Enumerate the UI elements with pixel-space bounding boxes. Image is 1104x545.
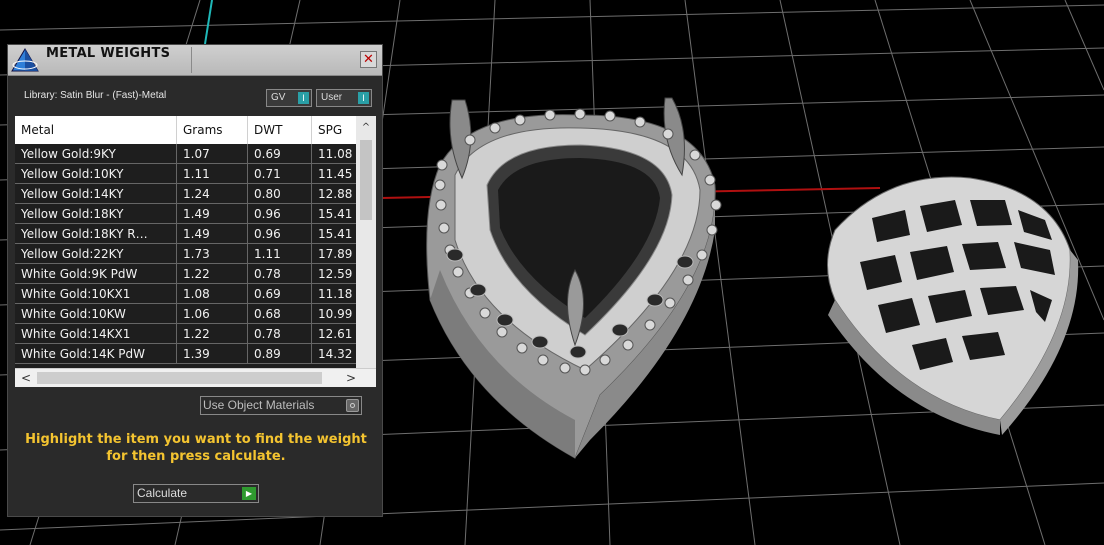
- table-vertical-scrollbar[interactable]: ^ v: [356, 116, 376, 386]
- instruction-text: Highlight the item you want to find the …: [18, 431, 374, 465]
- user-toggle-indicator: I: [358, 92, 369, 104]
- cell-spg: 17.89: [311, 243, 357, 264]
- table-row[interactable]: Yellow Gold:22KY 1.73 1.11 17.89: [15, 243, 357, 264]
- table-row[interactable]: White Gold:14KX1 1.22 0.78 12.61: [15, 323, 357, 344]
- gv-toggle-indicator: I: [298, 92, 309, 104]
- table-row[interactable]: Yellow Gold:9KY 1.07 0.69 11.08: [15, 144, 357, 164]
- column-header-metal[interactable]: Metal: [15, 116, 177, 144]
- cell-spg: 12.88: [311, 183, 357, 204]
- cell-grams: 1.49: [176, 223, 248, 244]
- cell-spg: 15.41: [311, 203, 357, 224]
- cell-dwt: 1.11: [247, 243, 312, 264]
- cell-metal: White Gold:10KX1: [15, 283, 177, 304]
- dialog-titlebar[interactable]: METAL WEIGHTS ✕: [8, 45, 382, 76]
- column-header-spg[interactable]: SPG: [311, 116, 357, 144]
- instruction-line-1: Highlight the item you want to find the …: [25, 432, 367, 447]
- cell-dwt: 0.69: [247, 144, 312, 164]
- cell-grams: 1.07: [176, 144, 248, 164]
- cell-grams: 1.24: [176, 183, 248, 204]
- table-row[interactable]: Yellow Gold:18KY 1.49 0.96 15.41: [15, 203, 357, 224]
- calculate-button[interactable]: Calculate ▶: [133, 484, 259, 503]
- cell-grams: 1.11: [176, 163, 248, 184]
- table-row[interactable]: White Gold:9K PdW 1.22 0.78 12.59: [15, 263, 357, 284]
- cell-grams: 1.22: [176, 263, 248, 284]
- cell-spg: 10.99: [311, 303, 357, 324]
- dialog-title: METAL WEIGHTS: [46, 46, 171, 61]
- gv-toggle[interactable]: GV I: [266, 89, 312, 107]
- table-row[interactable]: White Gold:10KW 1.06 0.68 10.99: [15, 303, 357, 324]
- cell-spg: 11.08: [311, 144, 357, 164]
- use-object-materials-label: Use Object Materials: [203, 398, 315, 412]
- titlebar-divider: [191, 47, 192, 73]
- cell-dwt: 0.96: [247, 223, 312, 244]
- cell-dwt: 0.71: [247, 163, 312, 184]
- cell-dwt: 0.69: [247, 283, 312, 304]
- close-button[interactable]: ✕: [360, 51, 377, 68]
- column-header-dwt[interactable]: DWT: [247, 116, 312, 144]
- table-row[interactable]: Yellow Gold:10KY 1.11 0.71 11.45: [15, 163, 357, 184]
- cell-dwt: 0.80: [247, 183, 312, 204]
- cell-grams: 1.49: [176, 203, 248, 224]
- scroll-left-icon[interactable]: <: [17, 369, 35, 387]
- cell-metal: White Gold:9K PdW: [15, 263, 177, 284]
- cell-grams: 1.39: [176, 343, 248, 364]
- radio-icon[interactable]: [346, 399, 359, 412]
- cell-metal: White Gold:14K PdW: [15, 343, 177, 364]
- metal-weights-dialog: METAL WEIGHTS ✕ Library: Satin Blur - (F…: [7, 44, 383, 517]
- cell-metal: Yellow Gold:14KY: [15, 183, 177, 204]
- user-toggle[interactable]: User I: [316, 89, 372, 107]
- user-toggle-label: User: [321, 92, 343, 103]
- cell-spg: 11.18: [311, 283, 357, 304]
- cell-grams: 1.08: [176, 283, 248, 304]
- cell-dwt: 0.89: [247, 343, 312, 364]
- table-row[interactable]: Yellow Gold:18KY R… 1.49 0.96 15.41: [15, 223, 357, 244]
- cell-spg: 12.59: [311, 263, 357, 284]
- horizontal-scroll-thumb[interactable]: [37, 372, 322, 384]
- table-horizontal-scrollbar[interactable]: < >: [15, 368, 376, 387]
- cell-grams: 1.22: [176, 323, 248, 344]
- calculate-label: Calculate: [137, 486, 188, 500]
- scroll-right-icon[interactable]: >: [342, 369, 360, 387]
- use-object-materials-option[interactable]: Use Object Materials: [200, 396, 362, 415]
- cell-metal: White Gold:10KW: [15, 303, 177, 324]
- cell-metal: Yellow Gold:18KY R…: [15, 223, 177, 244]
- cell-grams: 1.73: [176, 243, 248, 264]
- table-row[interactable]: Yellow Gold:14KY 1.24 0.80 12.88: [15, 183, 357, 204]
- scroll-up-icon[interactable]: ^: [356, 120, 376, 136]
- cell-spg: 11.45: [311, 163, 357, 184]
- cell-dwt: 0.78: [247, 323, 312, 344]
- cell-grams: 1.06: [176, 303, 248, 324]
- cell-dwt: 0.78: [247, 263, 312, 284]
- play-icon: ▶: [242, 487, 256, 500]
- cell-spg: 12.61: [311, 323, 357, 344]
- cell-metal: White Gold:14KX1: [15, 323, 177, 344]
- close-icon: ✕: [363, 52, 374, 67]
- gv-toggle-label: GV: [271, 92, 286, 103]
- instruction-line-2: for then press calculate.: [106, 449, 286, 464]
- cell-dwt: 0.68: [247, 303, 312, 324]
- pyramid-icon: [11, 48, 39, 72]
- cell-metal: Yellow Gold:10KY: [15, 163, 177, 184]
- table-row[interactable]: White Gold:14K PdW 1.39 0.89 14.32: [15, 343, 357, 364]
- cell-metal: Yellow Gold:18KY: [15, 203, 177, 224]
- metal-table: Metal Grams DWT SPG Yellow Gold:9KY 1.07 0…: [15, 116, 376, 386]
- vertical-scroll-thumb[interactable]: [360, 140, 372, 220]
- table-header-row: Metal Grams DWT SPG: [15, 116, 357, 144]
- table-row[interactable]: White Gold:10KX1 1.08 0.69 11.18: [15, 283, 357, 304]
- library-label: Library: Satin Blur - (Fast)-Metal: [24, 90, 167, 101]
- cell-metal: Yellow Gold:22KY: [15, 243, 177, 264]
- cell-spg: 15.41: [311, 223, 357, 244]
- cell-spg: 14.32: [311, 343, 357, 364]
- cell-dwt: 0.96: [247, 203, 312, 224]
- cell-metal: Yellow Gold:9KY: [15, 144, 177, 164]
- column-header-grams[interactable]: Grams: [176, 116, 248, 144]
